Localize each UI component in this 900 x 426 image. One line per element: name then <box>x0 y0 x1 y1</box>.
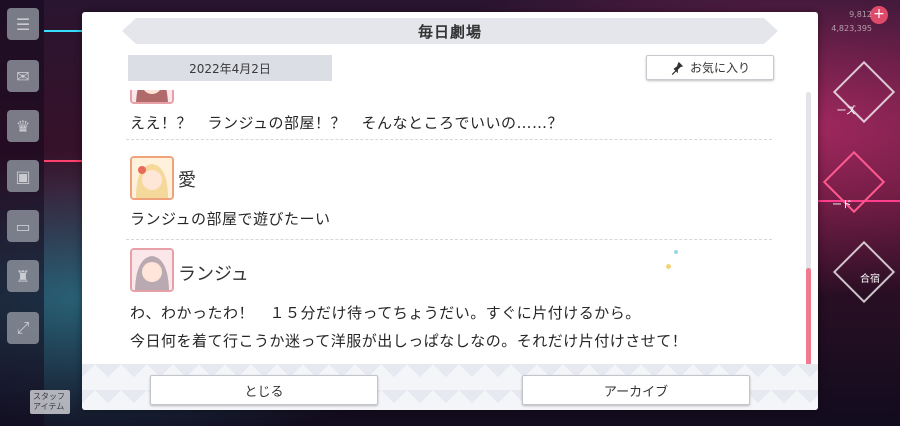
dialog-title-bar: 毎日劇場 <box>122 18 778 44</box>
tile-label: ーズ <box>836 106 857 117</box>
favorite-label: お気に入り <box>689 61 750 75</box>
side-menu-rail: ☰ ✉ ♛ ▣ ▭ ♜ ⤢ スタッフ アイテム <box>0 0 70 426</box>
neon-line <box>44 160 84 162</box>
dialogue-scroll-area[interactable]: ええ！？ ランジュの部屋！？ そんなところでいいの……？ 愛 ランジュの部屋で遊… <box>126 90 772 358</box>
character-portrait-icon <box>132 158 172 198</box>
dialogue-entry: ランジュ わ、わかったわ！ １５分だけ待ってちょうだい。すぐに片付けるから。 今… <box>126 242 772 358</box>
sparkle-dot <box>666 264 671 269</box>
date-label: 2022年4月2日 <box>128 55 332 81</box>
speaker-avatar <box>130 90 174 104</box>
tile-label: 合宿 <box>860 274 880 285</box>
right-decoration: + 9,812 4,823,395 ーズ ード 合宿 <box>818 0 900 426</box>
counter-bottom: 4,823,395 <box>831 24 872 33</box>
speaker-name: ランジュ <box>178 264 249 285</box>
dialogue-line: わ、わかったわ！ １５分だけ待ってちょうだい。すぐに片付けるから。 <box>130 304 641 322</box>
expand-icon[interactable]: ⤢ <box>7 312 39 344</box>
close-button[interactable]: とじる <box>150 375 378 405</box>
sparkle-dot <box>674 250 678 254</box>
character-portrait-icon <box>132 90 172 102</box>
close-button-label: とじる <box>244 384 284 400</box>
chat-icon[interactable]: ✉ <box>7 60 39 92</box>
dialogue-entry: ええ！？ ランジュの部屋！？ そんなところでいいの……？ <box>126 90 772 140</box>
menu-icon[interactable]: ☰ <box>7 8 39 40</box>
favorite-button[interactable]: お気に入り <box>646 55 774 80</box>
cup-icon[interactable]: ♜ <box>7 260 39 292</box>
scrollbar-thumb[interactable] <box>806 268 811 368</box>
speaker-name: 愛 <box>178 170 196 191</box>
dialogue-line: ランジュの部屋で遊びたーい <box>130 210 331 228</box>
rail-label: スタッフ アイテム <box>30 390 70 414</box>
character-portrait-icon <box>132 250 172 290</box>
neon-line <box>44 30 84 32</box>
daily-theater-dialog: 毎日劇場 2022年4月2日 お気に入り ええ！？ ランジュの部屋！？ そんなと… <box>82 12 818 410</box>
counter-top: 9,812 <box>849 10 872 19</box>
dialogue-entry: 愛 ランジュの部屋で遊びたーい <box>126 152 772 240</box>
archive-button[interactable]: アーカイブ <box>522 375 750 405</box>
plus-icon[interactable]: + <box>870 6 888 24</box>
dialogue-line: ええ！？ ランジュの部屋！？ そんなところでいいの……？ <box>130 114 563 132</box>
dialogue-line: 今日何を着て行こうか迷って洋服が出しっぱなしなの。それだけ片付けさせて！ <box>130 332 688 350</box>
pin-icon <box>671 61 684 75</box>
screen-icon[interactable]: ▭ <box>7 210 39 242</box>
tile-label: ード <box>832 200 852 211</box>
speaker-avatar <box>130 156 174 200</box>
gift-icon[interactable]: ▣ <box>7 160 39 192</box>
dialog-title: 毎日劇場 <box>417 22 482 41</box>
present-icon[interactable]: ♛ <box>7 110 39 142</box>
speaker-avatar <box>130 248 174 292</box>
archive-button-label: アーカイブ <box>603 384 669 400</box>
